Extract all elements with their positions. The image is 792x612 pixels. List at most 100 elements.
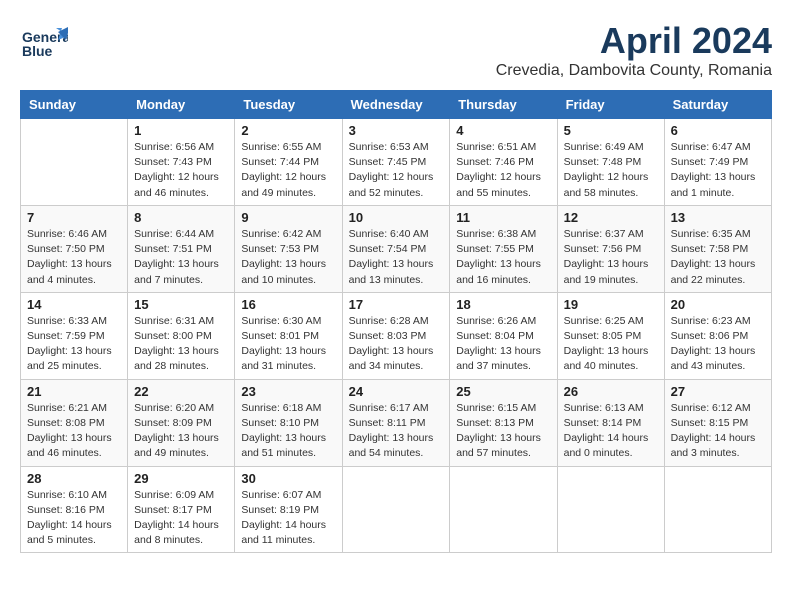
- calendar-cell: 21Sunrise: 6:21 AM Sunset: 8:08 PM Dayli…: [21, 379, 128, 466]
- day-number: 20: [671, 297, 765, 312]
- day-info: Sunrise: 6:17 AM Sunset: 8:11 PM Dayligh…: [349, 401, 444, 462]
- day-number: 22: [134, 384, 228, 399]
- day-number: 13: [671, 210, 765, 225]
- day-number: 28: [27, 471, 121, 486]
- calendar-cell: 23 Sunrise: 6:18 AM Sunset: 8:10 PM Dayli…: [235, 379, 342, 466]
- day-info: Sunrise: 6:25 AM Sunset: 8:05 PM Dayligh…: [564, 314, 658, 375]
- day-number: 6: [671, 123, 765, 138]
- day-number: 1: [134, 123, 228, 138]
- day-number: 3: [349, 123, 444, 138]
- day-number: 29: [134, 471, 228, 486]
- calendar-cell: 1Sunrise: 6:56 AM Sunset: 7:43 PM Daylig…: [128, 119, 235, 206]
- day-info: Sunrise: 6:28 AM Sunset: 8:03 PM Dayligh…: [349, 314, 444, 375]
- calendar-cell: 18 Sunrise: 6:26 AM Sunset: 8:04 PM Dayli…: [450, 292, 557, 379]
- day-number: 7: [27, 210, 121, 225]
- calendar-cell: 11Sunrise: 6:38 AM Sunset: 7:55 PM Dayli…: [450, 205, 557, 292]
- day-number: 18: [456, 297, 550, 312]
- day-number: 16: [241, 297, 335, 312]
- day-number: 24: [349, 384, 444, 399]
- calendar-cell: 8Sunrise: 6:44 AM Sunset: 7:51 PM Daylig…: [128, 205, 235, 292]
- day-info: Sunrise: 6:47 AM Sunset: 7:49 PM Dayligh…: [671, 140, 765, 201]
- day-info: Sunrise: 6:18 AM Sunset: 8:10 PM Dayligh…: [241, 401, 335, 462]
- weekday-header: Thursday: [450, 91, 557, 119]
- calendar-cell: 6 Sunrise: 6:47 AM Sunset: 7:49 PM Daylig…: [664, 119, 771, 206]
- calendar-header-row: SundayMondayTuesdayWednesdayThursdayFrid…: [21, 91, 772, 119]
- day-number: 26: [564, 384, 658, 399]
- weekday-header: Friday: [557, 91, 664, 119]
- day-info: Sunrise: 6:42 AM Sunset: 7:53 PM Dayligh…: [241, 227, 335, 288]
- day-number: 12: [564, 210, 658, 225]
- calendar-cell: [450, 466, 557, 553]
- svg-text:Blue: Blue: [22, 43, 53, 59]
- day-info: Sunrise: 6:55 AM Sunset: 7:44 PM Dayligh…: [241, 140, 335, 201]
- calendar-cell: 22 Sunrise: 6:20 AM Sunset: 8:09 PM Dayli…: [128, 379, 235, 466]
- day-info: Sunrise: 6:38 AM Sunset: 7:55 PM Dayligh…: [456, 227, 550, 288]
- weekday-header: Wednesday: [342, 91, 450, 119]
- title-block: April 2024 Crevedia, Dambovita County, R…: [496, 20, 772, 80]
- day-info: Sunrise: 6:26 AM Sunset: 8:04 PM Dayligh…: [456, 314, 550, 375]
- day-info: Sunrise: 6:40 AM Sunset: 7:54 PM Dayligh…: [349, 227, 444, 288]
- calendar-cell: 19 Sunrise: 6:25 AM Sunset: 8:05 PM Dayli…: [557, 292, 664, 379]
- calendar-cell: 7Sunrise: 6:46 AM Sunset: 7:50 PM Daylig…: [21, 205, 128, 292]
- calendar-cell: 24 Sunrise: 6:17 AM Sunset: 8:11 PM Dayli…: [342, 379, 450, 466]
- day-number: 17: [349, 297, 444, 312]
- day-number: 10: [349, 210, 444, 225]
- day-info: Sunrise: 6:09 AM Sunset: 8:17 PM Dayligh…: [134, 488, 228, 549]
- calendar-table: SundayMondayTuesdayWednesdayThursdayFrid…: [20, 90, 772, 553]
- day-info: Sunrise: 6:31 AM Sunset: 8:00 PM Dayligh…: [134, 314, 228, 375]
- day-info: Sunrise: 6:53 AM Sunset: 7:45 PM Dayligh…: [349, 140, 444, 201]
- month-title: April 2024: [496, 20, 772, 62]
- day-number: 4: [456, 123, 550, 138]
- day-number: 27: [671, 384, 765, 399]
- calendar-cell: 26 Sunrise: 6:13 AM Sunset: 8:14 PM Dayli…: [557, 379, 664, 466]
- calendar-cell: 28 Sunrise: 6:10 AM Sunset: 8:16 PM Dayli…: [21, 466, 128, 553]
- day-info: Sunrise: 6:44 AM Sunset: 7:51 PM Dayligh…: [134, 227, 228, 288]
- calendar-body: 1Sunrise: 6:56 AM Sunset: 7:43 PM Daylig…: [21, 119, 772, 553]
- calendar-cell: 29 Sunrise: 6:09 AM Sunset: 8:17 PM Dayli…: [128, 466, 235, 553]
- day-number: 5: [564, 123, 658, 138]
- weekday-header: Monday: [128, 91, 235, 119]
- calendar-week-row: 28 Sunrise: 6:10 AM Sunset: 8:16 PM Dayli…: [21, 466, 772, 553]
- day-number: 14: [27, 297, 121, 312]
- day-info: Sunrise: 6:20 AM Sunset: 8:09 PM Dayligh…: [134, 401, 228, 462]
- calendar-cell: 16 Sunrise: 6:30 AM Sunset: 8:01 PM Dayli…: [235, 292, 342, 379]
- day-number: 21: [27, 384, 121, 399]
- day-number: 15: [134, 297, 228, 312]
- day-info: Sunrise: 6:49 AM Sunset: 7:48 PM Dayligh…: [564, 140, 658, 201]
- day-info: Sunrise: 6:30 AM Sunset: 8:01 PM Dayligh…: [241, 314, 335, 375]
- calendar-week-row: 1Sunrise: 6:56 AM Sunset: 7:43 PM Daylig…: [21, 119, 772, 206]
- weekday-header: Sunday: [21, 91, 128, 119]
- calendar-cell: 9Sunrise: 6:42 AM Sunset: 7:53 PM Daylig…: [235, 205, 342, 292]
- calendar-cell: [557, 466, 664, 553]
- day-info: Sunrise: 6:37 AM Sunset: 7:56 PM Dayligh…: [564, 227, 658, 288]
- calendar-cell: 10 Sunrise: 6:40 AM Sunset: 7:54 PM Dayli…: [342, 205, 450, 292]
- calendar-week-row: 7Sunrise: 6:46 AM Sunset: 7:50 PM Daylig…: [21, 205, 772, 292]
- calendar-cell: [664, 466, 771, 553]
- calendar-week-row: 21Sunrise: 6:21 AM Sunset: 8:08 PM Dayli…: [21, 379, 772, 466]
- calendar-cell: 3 Sunrise: 6:53 AM Sunset: 7:45 PM Daylig…: [342, 119, 450, 206]
- day-number: 23: [241, 384, 335, 399]
- calendar-cell: 17 Sunrise: 6:28 AM Sunset: 8:03 PM Dayli…: [342, 292, 450, 379]
- calendar-cell: 27 Sunrise: 6:12 AM Sunset: 8:15 PM Dayli…: [664, 379, 771, 466]
- calendar-cell: 13 Sunrise: 6:35 AM Sunset: 7:58 PM Dayli…: [664, 205, 771, 292]
- page-header: General Blue April 2024 Crevedia, Dambov…: [20, 20, 772, 80]
- calendar-cell: 15 Sunrise: 6:31 AM Sunset: 8:00 PM Dayli…: [128, 292, 235, 379]
- weekday-header: Saturday: [664, 91, 771, 119]
- calendar-cell: 2Sunrise: 6:55 AM Sunset: 7:44 PM Daylig…: [235, 119, 342, 206]
- location: Crevedia, Dambovita County, Romania: [496, 62, 772, 80]
- logo: General Blue: [20, 20, 68, 73]
- day-info: Sunrise: 6:35 AM Sunset: 7:58 PM Dayligh…: [671, 227, 765, 288]
- calendar-cell: 12 Sunrise: 6:37 AM Sunset: 7:56 PM Dayli…: [557, 205, 664, 292]
- calendar-cell: 20Sunrise: 6:23 AM Sunset: 8:06 PM Dayli…: [664, 292, 771, 379]
- day-info: Sunrise: 6:13 AM Sunset: 8:14 PM Dayligh…: [564, 401, 658, 462]
- day-info: Sunrise: 6:12 AM Sunset: 8:15 PM Dayligh…: [671, 401, 765, 462]
- calendar-cell: 5 Sunrise: 6:49 AM Sunset: 7:48 PM Daylig…: [557, 119, 664, 206]
- day-info: Sunrise: 6:15 AM Sunset: 8:13 PM Dayligh…: [456, 401, 550, 462]
- day-number: 30: [241, 471, 335, 486]
- day-number: 25: [456, 384, 550, 399]
- day-number: 19: [564, 297, 658, 312]
- day-info: Sunrise: 6:51 AM Sunset: 7:46 PM Dayligh…: [456, 140, 550, 201]
- day-info: Sunrise: 6:10 AM Sunset: 8:16 PM Dayligh…: [27, 488, 121, 549]
- calendar-cell: [342, 466, 450, 553]
- day-info: Sunrise: 6:33 AM Sunset: 7:59 PM Dayligh…: [27, 314, 121, 375]
